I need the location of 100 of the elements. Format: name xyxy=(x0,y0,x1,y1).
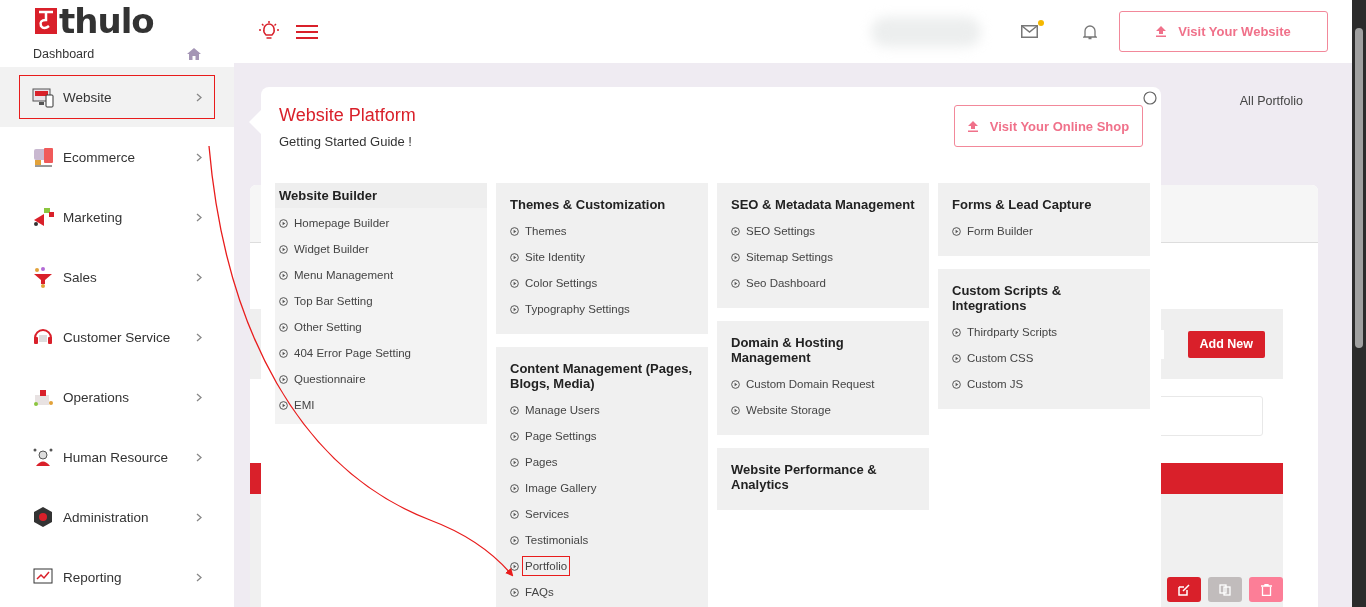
chevron-right-icon xyxy=(196,332,202,342)
sidebar-item[interactable]: Marketing xyxy=(0,187,234,247)
sidebar-item[interactable]: Website xyxy=(0,67,234,127)
section-title: Content Management (Pages, Blogs, Media) xyxy=(510,361,694,391)
play-circle-icon xyxy=(279,374,288,384)
sidebar-item[interactable]: Sales xyxy=(0,247,234,307)
sidebar-item[interactable]: Operations xyxy=(0,367,234,427)
play-circle-icon xyxy=(279,296,288,306)
play-circle-icon xyxy=(279,244,288,254)
play-circle-icon xyxy=(952,327,961,337)
menu-link[interactable]: Custom CSS xyxy=(952,345,1136,371)
sidebar-item[interactable]: Reporting xyxy=(0,547,234,607)
page-title: All Portfolio xyxy=(1239,94,1303,110)
menu-link[interactable]: Color Settings xyxy=(510,270,694,296)
logo-mark-icon xyxy=(35,8,57,35)
home-icon[interactable] xyxy=(187,48,201,61)
scrollbar[interactable] xyxy=(1352,0,1366,607)
menu-link[interactable]: Site Identity xyxy=(510,244,694,270)
upload-icon xyxy=(1156,26,1167,37)
play-circle-icon xyxy=(510,304,519,314)
add-new-button[interactable]: Add New xyxy=(1187,330,1265,358)
menu-link[interactable]: EMI xyxy=(279,392,487,418)
sidebar-item[interactable]: Human Resource xyxy=(0,427,234,487)
section-title: SEO & Metadata Management xyxy=(731,197,915,212)
menu-link[interactable]: Page Settings xyxy=(510,423,694,449)
menu-link[interactable]: Seo Dashboard xyxy=(731,270,915,296)
edit-button[interactable] xyxy=(1167,577,1201,602)
module-icon xyxy=(32,506,54,528)
play-circle-icon xyxy=(279,270,288,280)
close-icon[interactable] xyxy=(1143,91,1157,105)
play-circle-icon xyxy=(510,226,519,236)
menu-link[interactable]: Menu Management xyxy=(279,262,487,288)
logo-text: thulo xyxy=(59,4,154,39)
popup-title: Website Platform xyxy=(279,105,416,126)
menu-link[interactable]: FAQs xyxy=(510,579,694,605)
menu-link[interactable]: SEO Settings xyxy=(731,218,915,244)
menu-link[interactable]: 404 Error Page Setting xyxy=(279,340,487,366)
menu-link[interactable]: Testimonials xyxy=(510,527,694,553)
play-circle-icon xyxy=(510,483,519,493)
copy-icon xyxy=(1219,583,1231,596)
play-circle-icon xyxy=(510,431,519,441)
chevron-right-icon xyxy=(196,392,202,402)
chevron-right-icon xyxy=(196,212,202,222)
chevron-right-icon xyxy=(196,92,202,102)
play-circle-icon xyxy=(510,509,519,519)
play-circle-icon xyxy=(510,587,519,597)
play-circle-icon xyxy=(731,226,740,236)
menu-link[interactable]: Custom Domain Request xyxy=(731,371,915,397)
play-circle-icon xyxy=(731,379,740,389)
play-circle-icon xyxy=(279,218,288,228)
menu-link[interactable]: Thirdparty Scripts xyxy=(952,319,1136,345)
menu-link[interactable]: Other Setting xyxy=(279,314,487,340)
sidebar-item[interactable]: Ecommerce xyxy=(0,127,234,187)
delete-button[interactable] xyxy=(1249,577,1283,602)
section-title: Forms & Lead Capture xyxy=(952,197,1093,212)
chevron-right-icon xyxy=(196,572,202,582)
menu-link[interactable]: Image Gallery xyxy=(510,475,694,501)
module-icon xyxy=(32,146,54,168)
sidebar-item[interactable]: Customer Service xyxy=(0,307,234,367)
edit-icon xyxy=(1178,583,1190,596)
menu-link[interactable]: Pages xyxy=(510,449,694,475)
menu-link[interactable]: Services xyxy=(510,501,694,527)
upload-icon xyxy=(967,120,978,132)
bell-icon[interactable] xyxy=(1083,23,1097,40)
menu-link[interactable]: Form Builder xyxy=(952,218,1136,244)
menu-icon[interactable] xyxy=(296,23,318,40)
menu-link[interactable]: Themes xyxy=(510,218,694,244)
chevron-right-icon xyxy=(196,512,202,522)
menu-link[interactable]: Homepage Builder xyxy=(279,210,487,236)
play-circle-icon xyxy=(952,226,961,236)
play-circle-icon xyxy=(731,405,740,415)
sidebar-item[interactable]: Administration xyxy=(0,487,234,547)
menu-link[interactable]: Typography Settings xyxy=(510,296,694,322)
menu-link[interactable]: Custom JS xyxy=(952,371,1136,397)
section-title: Domain & Hosting Management xyxy=(731,335,845,365)
module-icon xyxy=(32,206,54,228)
play-circle-icon xyxy=(279,348,288,358)
mail-icon[interactable] xyxy=(1021,24,1038,38)
popup-subtitle: Getting Started Guide ! xyxy=(279,134,413,149)
module-icon xyxy=(32,446,54,468)
menu-link[interactable]: Questionnaire xyxy=(279,366,487,392)
section-title: Custom Scripts & Integrations xyxy=(952,283,1063,313)
chevron-right-icon xyxy=(196,272,202,282)
module-icon xyxy=(32,86,54,108)
play-circle-icon xyxy=(731,252,740,262)
play-circle-icon xyxy=(510,561,519,571)
play-circle-icon xyxy=(952,353,961,363)
menu-link[interactable]: Widget Builder xyxy=(279,236,487,262)
menu-link[interactable]: Top Bar Setting xyxy=(279,288,487,314)
play-circle-icon xyxy=(731,278,740,288)
section-title: Themes & Customization xyxy=(510,197,667,212)
menu-link[interactable]: Sitemap Settings xyxy=(731,244,915,270)
chevron-right-icon xyxy=(196,152,202,162)
play-circle-icon xyxy=(279,322,288,332)
play-circle-icon xyxy=(279,400,288,410)
dashboard-link[interactable]: Dashboard xyxy=(33,47,95,62)
trash-icon xyxy=(1260,583,1272,596)
menu-link[interactable]: Portfolio xyxy=(510,553,694,579)
menu-link[interactable]: Website Storage xyxy=(731,397,915,423)
menu-link[interactable]: Manage Users xyxy=(510,397,694,423)
